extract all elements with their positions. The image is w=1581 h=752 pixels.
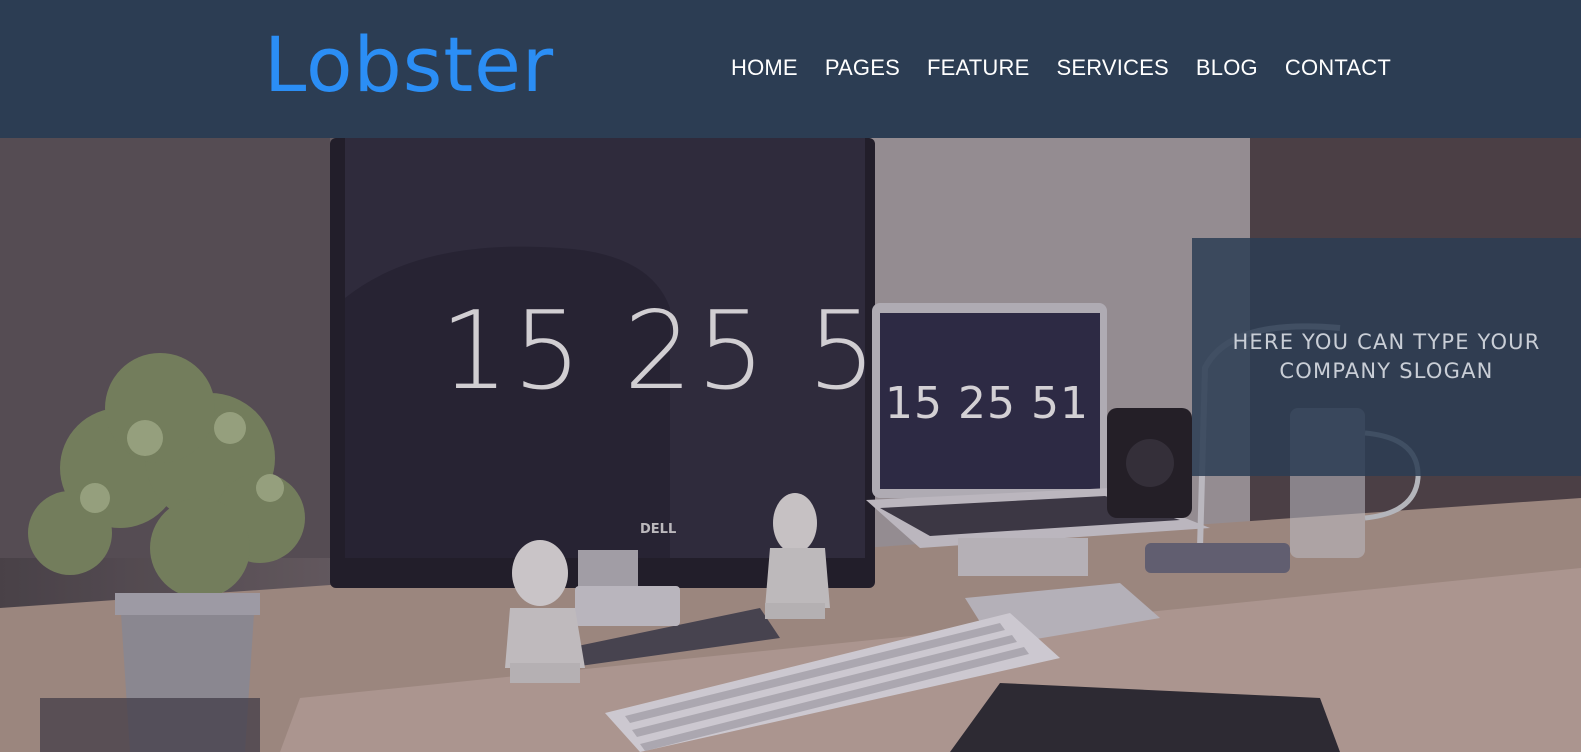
- main-nav: HOME PAGES FEATURE SERVICES BLOG CONTACT: [731, 54, 1418, 82]
- hero-banner: 15 25 51 DELL 15 25 51 HERE YOU CAN TYPE…: [0, 138, 1581, 752]
- nav-item-pages[interactable]: PAGES: [825, 54, 900, 82]
- nav-item-contact[interactable]: CONTACT: [1285, 54, 1391, 82]
- company-slogan: HERE YOU CAN TYPE YOUR COMPANY SLOGAN: [1232, 330, 1541, 383]
- nav-item-services[interactable]: SERVICES: [1056, 54, 1168, 82]
- nav-item-home[interactable]: HOME: [731, 54, 798, 82]
- nav-item-feature[interactable]: FEATURE: [927, 54, 1029, 82]
- top-navbar: Lobster HOME PAGES FEATURE SERVICES BLOG…: [0, 0, 1581, 138]
- nav-item-blog[interactable]: BLOG: [1196, 54, 1258, 82]
- slogan-panel: HERE YOU CAN TYPE YOUR COMPANY SLOGAN: [1192, 238, 1581, 476]
- brand-logo[interactable]: Lobster: [264, 22, 554, 108]
